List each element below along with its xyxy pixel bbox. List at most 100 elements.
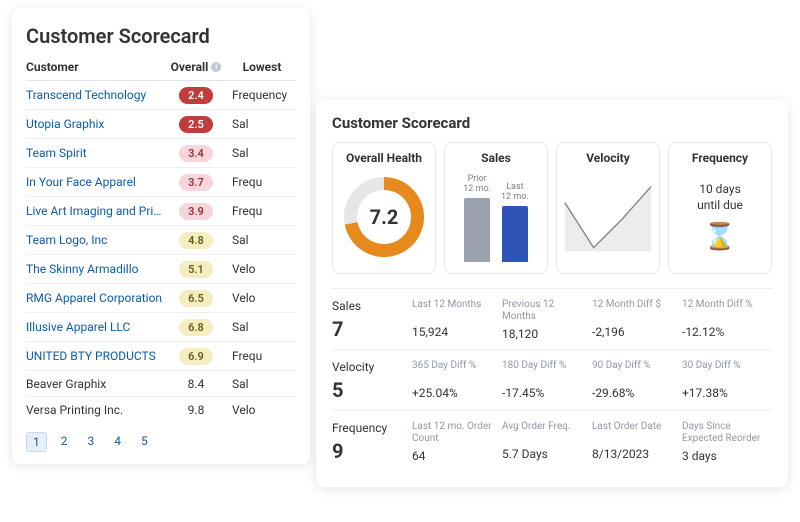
overall-score-cell: 5.1 xyxy=(164,261,228,278)
table-row: Transcend Technology2.4Frequency xyxy=(26,81,296,110)
col-overall: Overall i xyxy=(164,60,228,74)
metric-value: 8/13/2023 xyxy=(592,447,676,461)
metric-label: Last 12 Months xyxy=(412,299,496,321)
customer-link[interactable]: UNITED BTY PRODUCTS xyxy=(26,349,164,363)
metric-score: 7 xyxy=(332,317,412,341)
metric-cell: 180 Day Diff %-17.45% xyxy=(502,360,592,402)
overall-score-cell: 3.4 xyxy=(164,145,228,162)
page-5[interactable]: 5 xyxy=(135,432,154,452)
table-row: UNITED BTY PRODUCTS6.9Frequ xyxy=(26,342,296,371)
bar-last xyxy=(502,206,528,262)
tile-title: Overall Health xyxy=(339,151,429,165)
metric-head: Sales7 xyxy=(332,299,412,341)
customer-link[interactable]: RMG Apparel Corporation xyxy=(26,291,164,305)
metric-label: 12 Month Diff % xyxy=(682,299,766,321)
tile-title: Sales xyxy=(451,151,541,165)
customer-link[interactable]: Team Logo, Inc xyxy=(26,233,164,247)
metric-value: -12.12% xyxy=(682,325,766,339)
metric-value: 5.7 Days xyxy=(502,447,586,461)
scorecard-list-panel: Customer Scorecard Customer Overall i Lo… xyxy=(12,8,310,464)
metric-label: 12 Month Diff $ xyxy=(592,299,676,321)
sales-bar-chart: Prior 12 mo. Last 12 mo. xyxy=(463,172,529,262)
table-row: Versa Printing Inc.9.8Velo xyxy=(26,397,296,422)
customer-link[interactable]: The Skinny Armadillo xyxy=(26,262,164,276)
metric-label: Last Order Date xyxy=(592,421,676,443)
table-row: In Your Face Apparel3.7Frequ xyxy=(26,168,296,197)
lowest-cell: Sal xyxy=(228,320,296,334)
metric-label: 90 Day Diff % xyxy=(592,360,676,382)
metric-head: Frequency9 xyxy=(332,421,412,463)
metric-cell: Avg Order Freq. 5.7 Days xyxy=(502,421,592,463)
lowest-cell: Frequ xyxy=(228,204,296,218)
tile-sales: Sales Prior 12 mo. Last 12 mo. xyxy=(444,142,548,274)
metric-cell: Days Since Expected Reorder 3 days xyxy=(682,421,772,463)
metric-row-velocity: Velocity 5365 Day Diff % +25.04% 180 Day Di… xyxy=(332,349,772,410)
metric-head: Velocity 5 xyxy=(332,360,412,402)
overall-score-cell: 4.8 xyxy=(164,232,228,249)
page-2[interactable]: 2 xyxy=(55,432,74,452)
metric-value: 3 days xyxy=(682,449,766,463)
table-row: RMG Apparel Corporation6.5Velo xyxy=(26,284,296,313)
table-row: Illusive Apparel LLC6.8Sal xyxy=(26,313,296,342)
lowest-cell: Sal xyxy=(228,146,296,160)
table-row: Live Art Imaging and Print...3.9Frequ xyxy=(26,197,296,226)
metric-cell: Last 12 mo. Order Count 64 xyxy=(412,421,502,463)
customer-link[interactable]: Illusive Apparel LLC xyxy=(26,320,164,334)
metric-score: 5 xyxy=(332,378,412,402)
overall-score-cell: 8.4 xyxy=(164,377,228,391)
metric-value: +25.04% xyxy=(412,386,496,400)
customer-link[interactable]: Team Spirit xyxy=(26,146,164,160)
overall-score-cell: 9.8 xyxy=(164,403,228,417)
table-row: Team Spirit3.4Sal xyxy=(26,139,296,168)
pagination: 12345 xyxy=(26,432,296,452)
customer-link: Versa Printing Inc. xyxy=(26,403,164,417)
metric-cell: 12 Month Diff % -12.12% xyxy=(682,299,772,341)
metric-label: 365 Day Diff % xyxy=(412,360,496,382)
col-customer: Customer xyxy=(26,60,164,74)
customer-link[interactable]: Live Art Imaging and Print... xyxy=(26,204,164,218)
lowest-cell: Velo xyxy=(228,262,296,276)
col-lowest: Lowest xyxy=(228,60,296,74)
metric-cell: 90 Day Diff % -29.68% xyxy=(592,360,682,402)
metric-label: Days Since Expected Reorder xyxy=(682,421,766,445)
bar-label-last: Last 12 mo. xyxy=(501,183,529,203)
page-4[interactable]: 4 xyxy=(108,432,127,452)
lowest-cell: Frequency xyxy=(228,88,296,102)
overall-score: 7.2 xyxy=(357,190,411,244)
customer-link[interactable]: Utopia Graphix xyxy=(26,117,164,131)
detail-title: Customer Scorecard xyxy=(332,114,772,132)
metric-cell: 12 Month Diff $-2,196 xyxy=(592,299,682,341)
info-icon[interactable]: i xyxy=(211,62,221,72)
page-1[interactable]: 1 xyxy=(26,432,47,452)
table-row: The Skinny Armadillo5.1Velo xyxy=(26,255,296,284)
metric-cell: 365 Day Diff % +25.04% xyxy=(412,360,502,402)
tile-velocity: Velocity xyxy=(556,142,660,274)
hourglass-icon: ⌛ xyxy=(704,222,736,252)
metric-value: +17.38% xyxy=(682,386,766,400)
metric-value: 64 xyxy=(412,449,496,463)
tile-title: Velocity xyxy=(563,151,653,165)
overall-score-cell: 2.4 xyxy=(164,87,228,104)
overall-score-cell: 2.5 xyxy=(164,116,228,133)
overall-score-cell: 6.8 xyxy=(164,319,228,336)
metric-label: Avg Order Freq. xyxy=(502,421,586,443)
metric-label: 30 Day Diff % xyxy=(682,360,766,382)
tile-title: Frequency xyxy=(675,151,765,165)
metric-title: Velocity xyxy=(332,360,412,374)
metric-value: -29.68% xyxy=(592,386,676,400)
table-header: Customer Overall i Lowest xyxy=(26,60,296,81)
table-row: Utopia Graphix2.5Sal xyxy=(26,110,296,139)
table-row: Beaver Graphix8.4Sal xyxy=(26,371,296,397)
velocity-line-chart xyxy=(563,174,653,260)
customer-link[interactable]: In Your Face Apparel xyxy=(26,175,164,189)
customer-link[interactable]: Transcend Technology xyxy=(26,88,164,102)
bar-label-prior: Prior 12 mo. xyxy=(463,175,491,195)
customer-link: Beaver Graphix xyxy=(26,377,164,391)
table-row: Team Logo, Inc4.8Sal xyxy=(26,226,296,255)
page-3[interactable]: 3 xyxy=(82,432,101,452)
metric-label: Last 12 mo. Order Count xyxy=(412,421,496,445)
lowest-cell: Sal xyxy=(228,117,296,131)
overall-score-cell: 3.7 xyxy=(164,174,228,191)
metric-title: Frequency xyxy=(332,421,412,435)
metric-value: 15,924 xyxy=(412,325,496,339)
